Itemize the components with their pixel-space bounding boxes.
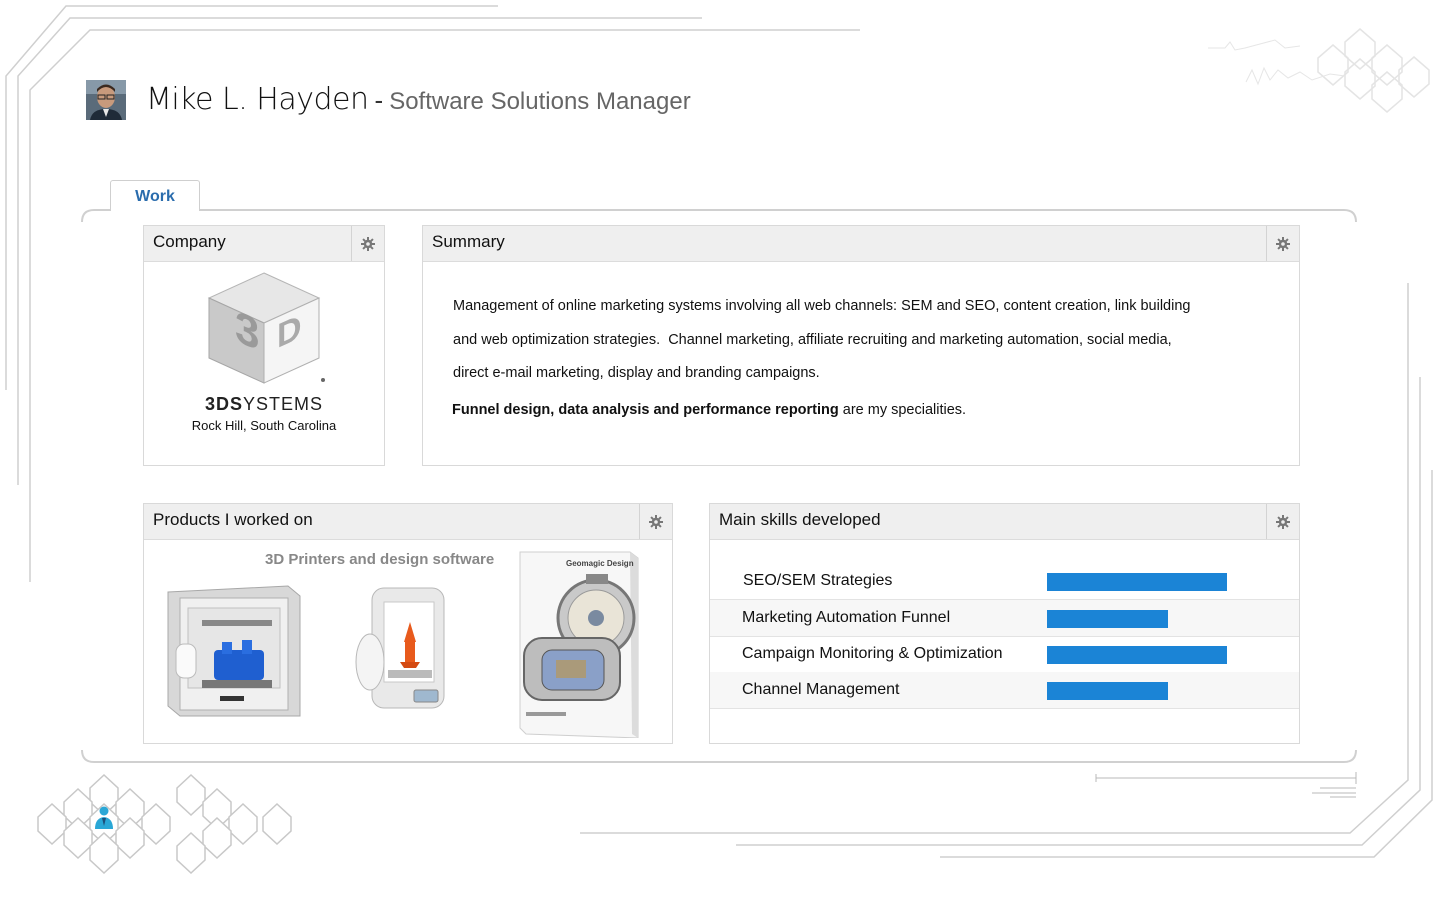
- gear-icon[interactable]: [639, 504, 672, 539]
- summary-text: Management of online marketing systems i…: [453, 290, 1213, 391]
- person-name: Mike L. Hayden: [146, 82, 369, 117]
- skill-bar-track: [1047, 573, 1227, 591]
- printer-image: [355, 587, 445, 709]
- gear-icon[interactable]: [1266, 226, 1299, 261]
- specialties-rest: are my specialities.: [838, 402, 967, 418]
- skill-row: SEO/SEM Strategies: [710, 563, 1299, 600]
- skill-bar: [1047, 573, 1227, 591]
- products-caption: 3D Printers and design software: [265, 551, 495, 568]
- skill-label: Channel Management: [742, 681, 900, 698]
- skill-label: Campaign Monitoring & Optimization: [742, 645, 1003, 662]
- skill-bar-track: [1047, 646, 1227, 664]
- page-title: Mike L. Hayden - Software Solutions Manage…: [146, 82, 691, 117]
- panel-title: Main skills developed: [719, 510, 881, 529]
- skill-row: Channel Management: [710, 672, 1299, 709]
- panel-title: Company: [153, 232, 226, 251]
- tab-work[interactable]: Work: [110, 180, 200, 211]
- title-separator: -: [374, 85, 384, 115]
- panel-title: Summary: [432, 232, 505, 251]
- panel-title: Products I worked on: [153, 510, 313, 529]
- avatar[interactable]: [86, 80, 126, 120]
- skill-row: Campaign Monitoring & Optimization: [710, 636, 1299, 673]
- products-image: 3D Printers and design software Geomagic…: [144, 540, 672, 743]
- hex-decoration-top: [1317, 28, 1430, 113]
- skill-bar: [1047, 646, 1227, 664]
- company-name: 3DSYSTEMS: [144, 394, 384, 415]
- panel-header: Main skills developed: [710, 504, 1299, 540]
- skill-bar-track: [1047, 682, 1227, 700]
- company-location: Rock Hill, South Carolina: [191, 418, 337, 433]
- panel-header: Company: [144, 226, 384, 262]
- skill-row: Marketing Automation Funnel: [710, 600, 1299, 637]
- hex-decoration-bottom: [37, 773, 292, 875]
- skill-label: Marketing Automation Funnel: [742, 609, 951, 626]
- panel-header: Products I worked on: [144, 504, 672, 540]
- skill-bar-track: [1047, 610, 1227, 628]
- specialties-bold: Funnel design, data analysis and perform…: [452, 402, 839, 418]
- gear-icon[interactable]: [351, 226, 384, 261]
- panel-header: Summary: [423, 226, 1299, 262]
- gear-icon[interactable]: [1266, 504, 1299, 539]
- skill-label: SEO/SEM Strategies: [743, 572, 893, 589]
- skill-bar: [1047, 682, 1168, 700]
- products-panel: Products I worked on 3D Printers and des…: [143, 503, 673, 744]
- company-panel: Company 3 D 3DSYSTEMS Rock Hill, South C…: [143, 225, 385, 466]
- skills-panel: Main skills developed SEO/SEM Strategies…: [709, 503, 1300, 744]
- software-box-image: Geomagic Design: [519, 551, 639, 738]
- company-logo: 3 D: [207, 272, 325, 384]
- person-role: Software Solutions Manager: [389, 88, 691, 115]
- summary-panel: Summary Management of online marketing s…: [422, 225, 1300, 466]
- company-name-light: YSTEMS: [243, 394, 324, 414]
- company-name-bold: 3DS: [204, 394, 243, 414]
- summary-line: and web optimization strategies. Channel…: [453, 331, 1172, 348]
- skill-bar: [1047, 610, 1168, 628]
- summary-specialties: Funnel design, data analysis and perform…: [452, 402, 966, 418]
- summary-line: Management of online marketing systems i…: [453, 298, 1191, 314]
- box-label: Geomagic Design: [566, 559, 634, 568]
- printer-image: [167, 585, 301, 717]
- summary-line: direct e-mail marketing, display and bra…: [453, 365, 820, 381]
